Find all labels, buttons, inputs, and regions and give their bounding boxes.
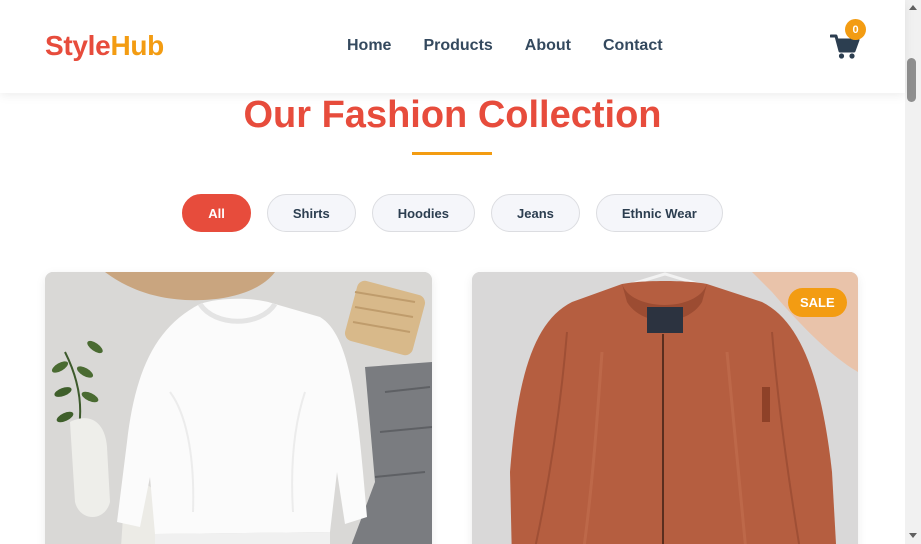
cart-count-badge: 0	[845, 19, 866, 40]
logo-hub-text: Hub	[110, 30, 164, 61]
filter-ethnic-wear[interactable]: Ethnic Wear	[595, 194, 723, 232]
page: StyleHub Home Products About Contact 0 O…	[0, 0, 921, 544]
filter-all[interactable]: All	[182, 194, 251, 232]
logo[interactable]: StyleHub	[45, 30, 164, 62]
filter-shirts[interactable]: Shirts	[266, 194, 356, 232]
nav-about[interactable]: About	[525, 37, 571, 55]
site-header: StyleHub Home Products About Contact 0	[0, 0, 905, 93]
logo-style-text: Style	[45, 30, 111, 61]
category-filters: All Shirts Hoodies Jeans Ethnic Wear	[0, 194, 905, 232]
scrollbar-thumb[interactable]	[907, 58, 916, 102]
page-title: Our Fashion Collection	[243, 94, 662, 136]
main-nav: Home Products About Contact	[347, 37, 663, 55]
scroll-up-icon[interactable]	[909, 5, 917, 10]
filter-jeans[interactable]: Jeans	[491, 194, 580, 232]
sweatshirt-image	[45, 272, 432, 544]
sale-badge: SALE	[788, 288, 847, 317]
filter-hoodies[interactable]: Hoodies	[371, 194, 475, 232]
product-card-bomber-jacket[interactable]: SALE	[472, 272, 858, 544]
nav-products[interactable]: Products	[423, 37, 492, 55]
nav-home[interactable]: Home	[347, 37, 391, 55]
nav-contact[interactable]: Contact	[603, 37, 663, 55]
product-card-sweatshirt[interactable]	[45, 272, 432, 544]
title-underline	[412, 152, 492, 155]
scroll-down-icon[interactable]	[909, 533, 917, 538]
